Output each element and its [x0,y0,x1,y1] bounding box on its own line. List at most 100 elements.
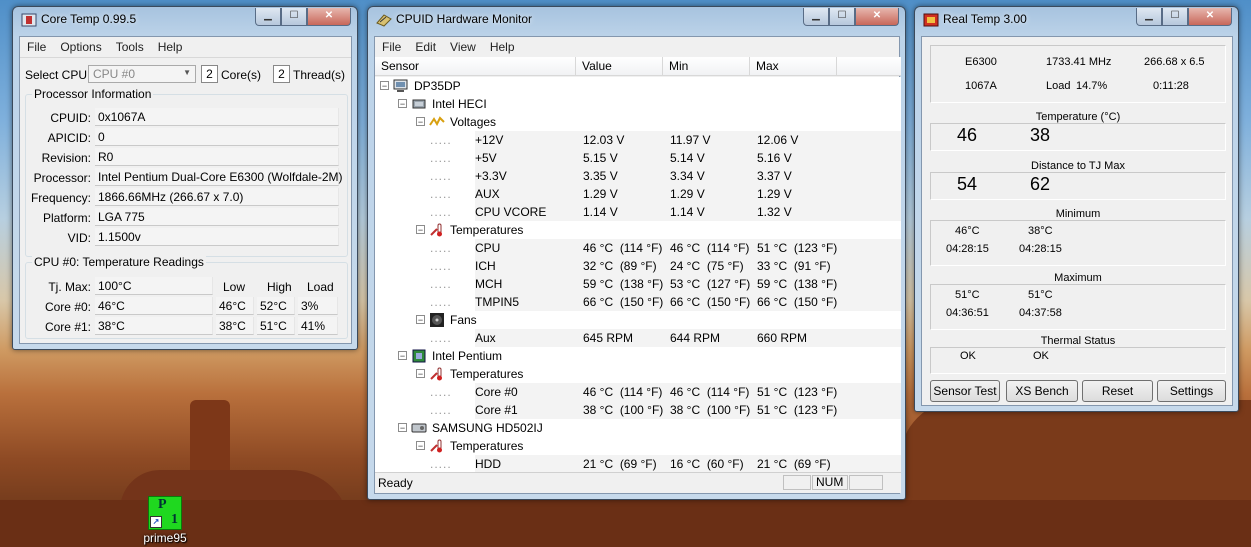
column-header-min[interactable]: Min [663,57,750,76]
collapse-toggle-icon[interactable]: − [416,225,425,235]
status-pane-empty [783,475,811,490]
collapse-toggle-icon[interactable]: − [416,369,425,379]
title-bar[interactable]: Core Temp 0.99.5 ▁ ☐ ✕ [13,7,357,33]
real-temp-app-icon [923,13,939,27]
collapse-toggle-icon[interactable]: − [416,315,425,325]
sensor-row[interactable]: ..... +3.3V 3.35 V 3.34 V 3.37 V [375,167,901,185]
maximize-button[interactable]: ☐ [1162,8,1188,26]
sensor-test-button[interactable]: Sensor Test [930,380,1000,402]
menu-help[interactable]: Help [151,37,190,57]
tree-category[interactable]: − Temperatures [375,437,901,455]
minimize-button[interactable]: ▁ [803,8,829,26]
tree-category[interactable]: − Temperatures [375,365,901,383]
sensor-row[interactable]: ..... +5V 5.15 V 5.14 V 5.16 V [375,149,901,167]
column-header-sensor[interactable]: Sensor [375,57,576,76]
min-core0-temp: 46°C [955,225,980,237]
tree-category[interactable]: − Temperatures [375,221,901,239]
core1-low: 38°C [216,317,254,335]
sensor-max: 51 °C (123 °F) [757,403,838,417]
chip-icon [412,99,426,109]
close-button[interactable]: ✕ [307,8,351,26]
xs-bench-button[interactable]: XS Bench [1006,380,1078,402]
prime95-desktop-shortcut[interactable]: P1 ↗ prime95 [140,496,190,545]
core1-load: 41% [298,317,338,335]
core1-label: Core #1: [44,320,91,334]
sensor-max: 51 °C (123 °F) [757,241,838,255]
tree-category[interactable]: − Fans [375,311,901,329]
tree-connector: ..... [430,241,452,255]
column-low: Low [223,280,246,294]
title-bar[interactable]: Real Temp 3.00 ▁ ☐ ✕ [915,7,1238,33]
sensor-row[interactable]: ..... CPU 46 °C (114 °F) 46 °C (114 °F) 51 °… [375,239,901,257]
minimize-button[interactable]: ▁ [1136,8,1162,26]
temp-core1: 38 [1030,125,1051,145]
collapse-toggle-icon[interactable]: − [380,81,389,91]
sensor-row[interactable]: ..... +12V 12.03 V 11.97 V 12.06 V [375,131,901,149]
menu-help[interactable]: Help [483,37,522,57]
tree-root[interactable]: − DP35DP [375,77,901,95]
tree-device[interactable]: − SAMSUNG HD502IJ [375,419,901,437]
menu-edit[interactable]: Edit [408,37,443,57]
tree-device[interactable]: − Intel Pentium [375,347,901,365]
settings-button[interactable]: Settings [1157,380,1226,402]
menu-file[interactable]: File [20,37,53,57]
tree-category[interactable]: − Voltages [375,113,901,131]
sensor-label: HDD [475,457,501,471]
tree-device[interactable]: − Intel HECI [375,95,901,113]
window-title: Core Temp 0.99.5 [41,12,137,26]
core1-temp: 38°C [95,317,213,335]
column-header-max[interactable]: Max [750,57,837,76]
max-core0-time: 04:36:51 [946,307,989,319]
select-cpu-dropdown[interactable]: CPU #0 ▼ [88,65,196,83]
sensor-row[interactable]: ..... TMPIN5 66 °C (150 °F) 66 °C (150 °F) 6… [375,293,901,311]
collapse-toggle-icon[interactable]: − [398,99,407,109]
sensor-value: 46 °C (114 °F) [583,385,663,399]
cpuid-app-icon [376,14,392,27]
menu-file[interactable]: File [375,37,408,57]
sensor-row[interactable]: ..... CPU VCORE 1.14 V 1.14 V 1.32 V [375,203,901,221]
sensor-row[interactable]: ..... AUX 1.29 V 1.29 V 1.29 V [375,185,901,203]
menu-view[interactable]: View [443,37,483,57]
min-core1-temp: 38°C [1028,225,1053,237]
sensor-label: +5V [475,151,497,165]
menu-tools[interactable]: Tools [109,37,151,57]
thermal-status-core1: OK [1033,350,1049,362]
collapse-toggle-icon[interactable]: − [398,423,407,433]
cpu-icon [412,349,426,363]
tree-connector: ..... [430,457,452,471]
core0-high: 52°C [257,297,295,315]
sensor-tree[interactable]: − DP35DP − Intel HECI − Voltages..... +12V 12.0… [375,77,901,475]
computer-icon [393,79,408,92]
column-high: High [267,280,292,294]
sensor-label: Fans [450,313,477,327]
column-header-value[interactable]: Value [576,57,663,76]
collapse-toggle-icon[interactable]: − [416,117,425,127]
sensor-label: Intel Pentium [432,349,503,363]
sensor-row[interactable]: ..... MCH 59 °C (138 °F) 53 °C (127 °F) 59 °… [375,275,901,293]
close-button[interactable]: ✕ [1188,8,1232,26]
sensor-label: MCH [475,277,503,291]
sensor-min: 11.97 V [670,133,711,147]
sensor-row[interactable]: ..... Core #0 46 °C (114 °F) 46 °C (114 °F)… [375,383,901,401]
load-label: Load [1046,80,1071,92]
sensor-max: 33 °C (91 °F) [757,259,831,273]
title-bar[interactable]: CPUID Hardware Monitor ▁ ☐ ✕ [368,7,905,33]
sensor-value: 645 RPM [583,331,634,345]
field-label: APICID: [47,131,91,145]
sensor-row[interactable]: ..... Aux 645 RPM 644 RPM 660 RPM [375,329,901,347]
sensor-row[interactable]: ..... Core #1 38 °C (100 °F) 38 °C (100 °F)… [375,401,901,419]
sensor-row[interactable]: ..... HDD 21 °C (69 °F) 16 °C (60 °F) 21 °C … [375,455,901,473]
reset-button[interactable]: Reset [1082,380,1153,402]
maximize-button[interactable]: ☐ [829,8,855,26]
tree-connector: ..... [430,295,452,309]
field-value: LGA 775 [95,208,339,226]
minimize-button[interactable]: ▁ [255,8,281,26]
collapse-toggle-icon[interactable]: − [416,441,425,451]
cores-count: 2 [201,65,218,83]
maximize-button[interactable]: ☐ [281,8,307,26]
cores-label: Core(s) [221,68,262,82]
close-button[interactable]: ✕ [855,8,899,26]
sensor-row[interactable]: ..... ICH 32 °C (89 °F) 24 °C (75 °F) 33 °C … [375,257,901,275]
menu-options[interactable]: Options [53,37,108,57]
collapse-toggle-icon[interactable]: − [398,351,407,361]
